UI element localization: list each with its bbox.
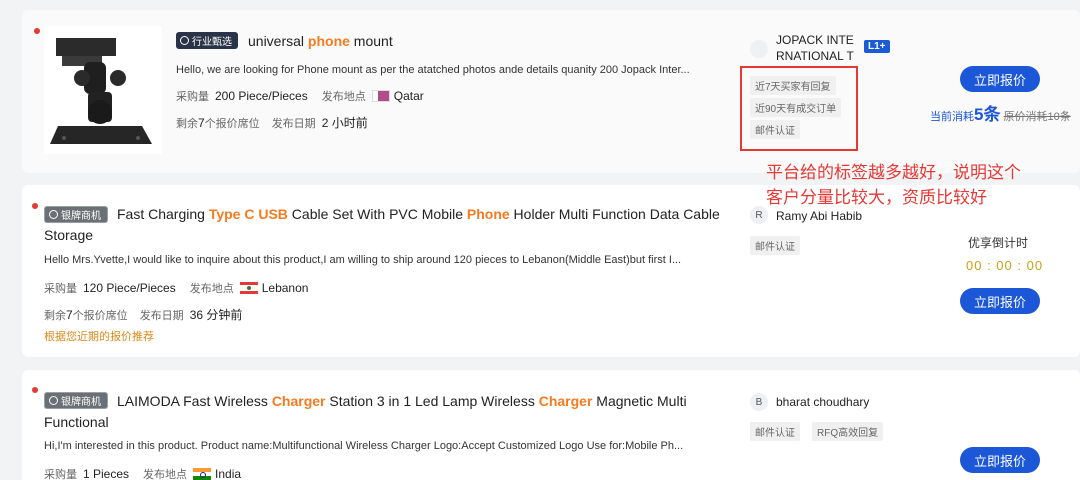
buyer-name[interactable]: bharat choudhary xyxy=(776,394,869,410)
cost-value: 5条 xyxy=(974,105,1001,124)
tag-rfq-reply: RFQ高效回复 xyxy=(812,422,884,441)
quote-now-button[interactable]: 立即报价 xyxy=(960,288,1040,314)
date-value: 36 分钟前 xyxy=(189,308,243,322)
title-text: Cable Set With PVC Mobile xyxy=(287,206,467,222)
quote-now-button[interactable]: 立即报价 xyxy=(960,447,1040,473)
recommend-note: 根据您近期的报价推荐 xyxy=(44,331,154,343)
location-label: 发布地点 xyxy=(321,91,366,103)
title-keyword-highlight: Charger xyxy=(271,393,326,409)
date-label: 发布日期 xyxy=(271,117,316,130)
seats-info-row: 剩余 7 个报价席位 发布日期 36 分钟前 xyxy=(44,306,256,323)
tag-email-verified: 邮件认证 xyxy=(750,422,800,441)
unread-dot xyxy=(32,387,38,393)
qty-value: 200 Piece/Pieces xyxy=(215,89,308,103)
buyer-name-line1: JOPACK INTE xyxy=(776,33,854,47)
purchase-info-row: 采购量 120 Piece/Pieces 发布地点 Lebanon xyxy=(44,280,322,296)
countdown-label: 优享倒计时 xyxy=(968,236,1029,250)
location-label: 发布地点 xyxy=(189,283,234,295)
buyer-avatar: B xyxy=(750,393,768,411)
listing-card-2[interactable]: 银牌商机 Fast Charging Type C USB Cable Set … xyxy=(22,185,1080,357)
unread-dot xyxy=(32,203,38,209)
buyer-level-badge: L1+ xyxy=(864,40,890,53)
quote-cost: 当前消耗5条 原价消耗10条 xyxy=(930,100,1071,125)
medal-icon xyxy=(180,36,189,45)
title-keyword-highlight: Charger xyxy=(538,393,593,409)
buyer-name[interactable]: Ramy Abi Habib xyxy=(776,208,862,224)
remaining-suffix: 个报价席位 xyxy=(204,117,260,130)
qty-label: 采购量 xyxy=(176,91,209,103)
buyer-avatar xyxy=(750,40,768,58)
purchase-info-row: 采购量 1 Pieces 发布地点 India xyxy=(44,466,255,480)
remaining-count: 7 xyxy=(66,307,73,322)
listing-card-1[interactable]: 行业甄选 universal phone mount Hello, we are… xyxy=(22,10,1080,173)
lebanon-flag-icon xyxy=(239,282,258,294)
qty-label: 采购量 xyxy=(44,283,77,295)
title-text: Fast Charging xyxy=(117,206,209,222)
listing-title[interactable]: LAIMODA Fast Wireless Charger Station 3 … xyxy=(44,391,724,433)
location-value: Lebanon xyxy=(261,281,309,295)
remaining-prefix: 剩余 xyxy=(176,117,198,130)
annotation-line-2: 客户分量比较大，资质比较好 xyxy=(766,188,987,207)
annotation-line-1: 平台给的标签越多越好，说明这个 xyxy=(766,163,1021,182)
product-thumbnail[interactable] xyxy=(44,26,162,154)
qty-value: 1 Pieces xyxy=(83,467,130,480)
title-text: LAIMODA Fast Wireless xyxy=(117,393,272,409)
listing-card-3[interactable]: 银牌商机 LAIMODA Fast Wireless Charger Stati… xyxy=(22,370,1080,480)
countdown-timer: 00 : 00 : 00 xyxy=(966,258,1044,273)
india-flag-icon xyxy=(193,468,212,480)
annotation-text: 平台给的标签越多越好，说明这个 客户分量比较大，资质比较好 xyxy=(766,160,1066,210)
title-text: Station 3 in 1 Led Lamp Wireless xyxy=(325,393,539,409)
remaining-prefix: 剩余 xyxy=(44,309,66,322)
qty-value: 120 Piece/Pieces xyxy=(83,281,176,295)
listing-description: Hello, we are looking for Phone mount as… xyxy=(176,64,690,76)
listing-title[interactable]: Fast Charging Type C USB Cable Set With … xyxy=(44,204,724,246)
quote-now-button[interactable]: 立即报价 xyxy=(960,66,1040,92)
phone-mount-image xyxy=(50,38,152,144)
location-value: India xyxy=(215,467,242,480)
qty-label: 采购量 xyxy=(44,469,77,480)
remaining-count: 7 xyxy=(198,115,205,130)
cost-original: 原价消耗10条 xyxy=(1003,111,1071,123)
title-keyword-highlight: phone xyxy=(307,33,350,49)
purchase-info-row: 采购量 200 Piece/Pieces 发布地点 Qatar xyxy=(176,88,438,104)
tag-email-verified: 邮件认证 xyxy=(750,236,800,255)
buyer-name-line2: RNATIONAL T xyxy=(776,49,854,63)
listing-title[interactable]: universal phone mount xyxy=(248,31,728,52)
date-label: 发布日期 xyxy=(139,309,184,322)
date-value: 2 小时前 xyxy=(321,116,368,130)
industry-select-badge: 行业甄选 xyxy=(176,32,238,49)
location-value: Qatar xyxy=(393,89,424,103)
qatar-flag-icon xyxy=(371,90,390,102)
seats-info-row: 剩余 7 个报价席位 发布日期 2 小时前 xyxy=(176,114,382,131)
title-text: universal xyxy=(248,33,308,49)
remaining-suffix: 个报价席位 xyxy=(72,309,128,322)
location-label: 发布地点 xyxy=(143,469,188,480)
title-keyword-highlight: Phone xyxy=(466,206,510,222)
annotation-highlight-box xyxy=(740,66,858,151)
listing-description: Hello Mrs.Yvette,I would like to inquire… xyxy=(44,254,682,266)
buyer-name[interactable]: JOPACK INTE RNATIONAL T xyxy=(776,32,854,64)
listing-description: Hi,I'm interested in this product. Produ… xyxy=(44,440,684,452)
unread-dot xyxy=(34,28,40,34)
title-keyword-highlight: Type C USB xyxy=(208,206,288,222)
badge-label: 行业甄选 xyxy=(192,37,232,48)
title-text: mount xyxy=(349,33,393,49)
cost-label: 当前消耗 xyxy=(930,111,974,123)
